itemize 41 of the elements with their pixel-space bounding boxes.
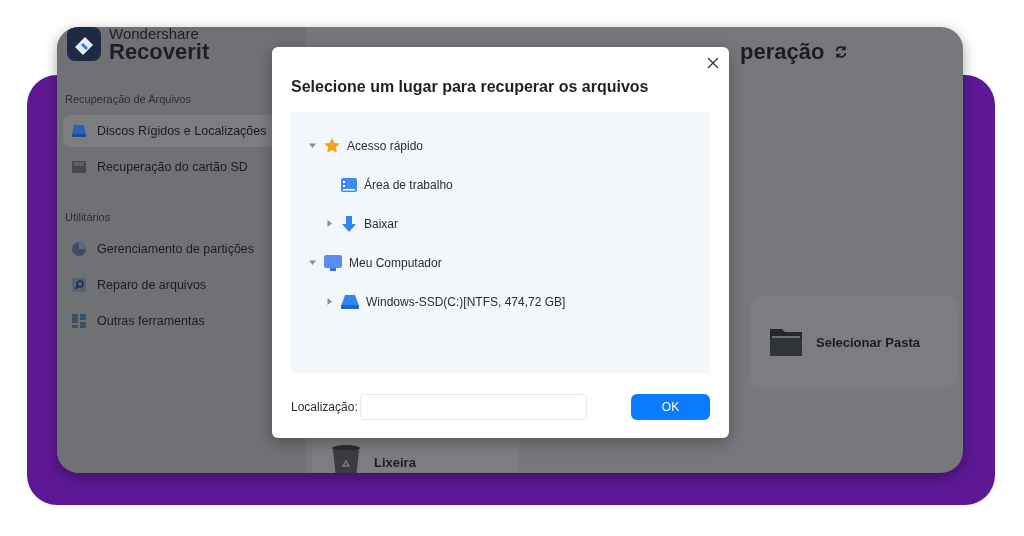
- product-name: Recoverit: [109, 40, 210, 63]
- location-field[interactable]: [359, 394, 587, 420]
- tree-item[interactable]: Windows-SSD(C:)[NTFS, 474,72 GB]: [366, 294, 566, 309]
- card-label: Lixeira: [374, 454, 416, 470]
- drive-icon: [340, 293, 360, 310]
- down-arrow-icon: [340, 214, 358, 233]
- sd-card-icon: [71, 160, 87, 174]
- brand-name: Wondershare: [109, 27, 200, 41]
- monitor-icon: [323, 253, 343, 272]
- option-card[interactable]: Selecionar Pasta: [750, 296, 957, 388]
- tree-item[interactable]: Baixar: [364, 216, 398, 231]
- sidebar-item-label: Reparo de arquivos: [97, 278, 207, 292]
- collapse-caret-icon[interactable]: [308, 259, 316, 266]
- tree-item[interactable]: Meu Computador: [349, 255, 442, 270]
- sidebar-item-label: Gerenciamento de partições: [97, 242, 255, 256]
- ok-button[interactable]: OK: [631, 394, 710, 420]
- tree-item[interactable]: Área de trabalho: [364, 177, 453, 192]
- section-title: Recuperação de Arquivos: [65, 93, 192, 105]
- dialog-title: Selecione um lugar para recuperar os arquivos: [291, 78, 650, 96]
- sidebar-item-label: Discos Rígidos e Localizações: [97, 124, 267, 138]
- page-heading: peração: [740, 39, 825, 65]
- star-icon: [323, 136, 341, 155]
- card-label: Selecionar Pasta: [816, 334, 921, 350]
- drive-icon: [71, 124, 87, 138]
- expand-caret-icon[interactable]: [325, 298, 333, 305]
- sidebar-item-label: Recuperação do cartão SD: [97, 160, 248, 174]
- grid-icon: [71, 313, 87, 329]
- desktop-icon: [340, 176, 358, 193]
- refresh-icon[interactable]: [834, 45, 849, 59]
- location-label: Localização:: [291, 400, 358, 414]
- collapse-caret-icon[interactable]: [308, 142, 316, 149]
- section-title: Utilitários: [65, 211, 112, 223]
- expand-caret-icon[interactable]: [325, 220, 333, 227]
- close-icon: [707, 57, 719, 69]
- sidebar-item-label: Outras ferramentas: [97, 314, 205, 328]
- trash-icon: [330, 444, 362, 473]
- pie-chart-icon: [71, 241, 87, 257]
- logo-icon: [67, 27, 101, 61]
- magnifier-icon: [71, 277, 87, 293]
- tree-item[interactable]: Acesso rápido: [347, 138, 424, 153]
- folder-icon: [768, 326, 804, 358]
